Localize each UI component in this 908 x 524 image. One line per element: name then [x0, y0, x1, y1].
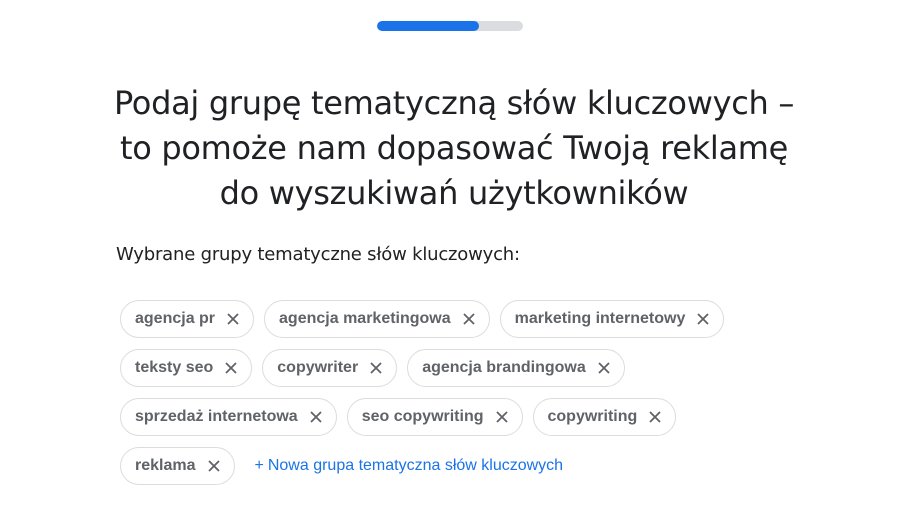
chip-label: marketing internetowy — [514, 310, 686, 327]
close-icon[interactable] — [306, 407, 326, 427]
chip-label: sprzedaż internetowa — [135, 408, 298, 425]
keyword-chip: agencja brandingowa — [407, 349, 625, 387]
close-icon[interactable] — [204, 456, 224, 476]
keyword-chip: reklama — [120, 447, 235, 485]
page-title-line-3: do wyszukiwań użytkowników — [219, 174, 689, 213]
keyword-chip: marketing internetowy — [499, 300, 725, 338]
plus-icon: + — [254, 457, 264, 474]
page-title-line-1: Podaj grupę tematyczną słów kluczowych – — [113, 84, 795, 123]
close-icon[interactable] — [492, 407, 512, 427]
chip-label: seo copywriting — [361, 408, 484, 425]
chip-label: reklama — [135, 457, 196, 474]
chip-label: copywriter — [277, 359, 359, 376]
close-icon[interactable] — [366, 358, 386, 378]
page-title-line-2: to pomoże nam dopasować Twoją reklamę — [119, 129, 789, 168]
chip-label: teksty seo — [135, 359, 214, 376]
chip-row: agencja pr agencja marketingowa marketin… — [120, 299, 820, 339]
keyword-chip: seo copywriting — [346, 398, 523, 436]
keyword-chip: sprzedaż internetowa — [120, 398, 337, 436]
close-icon[interactable] — [693, 309, 713, 329]
progress-bar-fill — [377, 21, 480, 31]
chip-label: agencja brandingowa — [422, 359, 586, 376]
keyword-chip: copywriting — [532, 398, 677, 436]
chip-row: teksty seo copywriter agencja brandingow… — [120, 348, 820, 388]
close-icon[interactable] — [223, 309, 243, 329]
chip-label: agencja marketingowa — [279, 310, 451, 327]
close-icon[interactable] — [221, 358, 241, 378]
keyword-chip: copywriter — [262, 349, 398, 387]
keyword-chip: agencja marketingowa — [264, 300, 490, 338]
progress-bar — [377, 21, 523, 31]
page-title: Podaj grupę tematyczną słów kluczowych –… — [60, 81, 848, 216]
selected-groups-label: Wybrane grupy tematyczne słów kluczowych… — [116, 244, 520, 265]
add-keyword-group-link[interactable]: + Nowa grupa tematyczna słów kluczowych — [255, 457, 564, 475]
keyword-chip: agencja pr — [120, 300, 255, 338]
chip-row: sprzedaż internetowa seo copywriting cop… — [120, 397, 820, 437]
close-icon[interactable] — [594, 358, 614, 378]
chip-row: reklama + Nowa grupa tematyczna słów klu… — [120, 446, 820, 486]
keyword-chip-list: agencja pr agencja marketingowa marketin… — [120, 299, 820, 495]
chip-label: agencja pr — [135, 310, 216, 327]
keyword-chip: teksty seo — [120, 349, 253, 387]
close-icon[interactable] — [459, 309, 479, 329]
add-keyword-group-label: Nowa grupa tematyczna słów kluczowych — [267, 457, 564, 474]
chip-label: copywriting — [547, 408, 638, 425]
close-icon[interactable] — [645, 407, 665, 427]
